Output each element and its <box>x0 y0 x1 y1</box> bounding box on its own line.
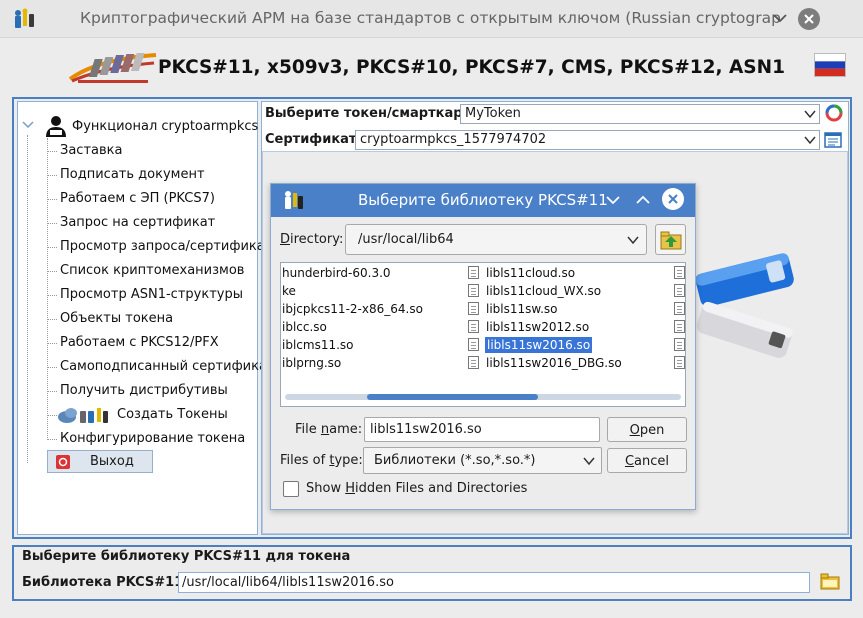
file-icon <box>468 302 479 315</box>
file-item[interactable]: iblcc.so <box>282 320 327 334</box>
library-panel-heading: Выберите библиотеку PKCS#11 для токена <box>22 549 351 564</box>
certificate-select[interactable]: cryptoarmpkcs_1577974702 <box>355 130 820 150</box>
show-hidden-label: Show Hidden Files and Directories <box>306 481 528 496</box>
file-item[interactable]: libls11sw2016_DBG.so <box>486 356 622 370</box>
file-icon <box>674 284 685 297</box>
tree-item-sign-document[interactable]: Подписать документ <box>60 167 205 182</box>
russian-flag-icon <box>814 53 846 77</box>
filetype-label: Files of type: <box>280 453 363 468</box>
dialog-title: Выберите библиотеку PKCS#11 <box>358 191 608 209</box>
up-folder-icon <box>660 231 682 250</box>
open-button[interactable]: Open <box>607 417 687 442</box>
certificate-label: Сертификат: <box>265 132 362 147</box>
tree-item-create-tokens[interactable]: Создать Токены <box>117 407 228 422</box>
file-item[interactable]: libls11cloud.so <box>486 266 575 280</box>
file-icon <box>674 302 685 315</box>
token-select-value: MyToken <box>465 106 521 121</box>
file-icon <box>468 266 479 279</box>
file-item[interactable]: iblcms11.so <box>282 338 354 352</box>
certificate-select-value: cryptoarmpkcs_1577974702 <box>360 132 547 147</box>
show-hidden-checkbox[interactable] <box>283 481 299 497</box>
usb-token-image <box>695 253 794 358</box>
file-icon <box>674 266 685 279</box>
header-title: PKCS#11, x509v3, PKCS#10, PKCS#7, CMS, P… <box>158 57 785 78</box>
filename-label: File name: <box>295 422 363 437</box>
file-item[interactable]: iblprng.so <box>282 356 341 370</box>
folder-icon[interactable] <box>820 572 840 590</box>
token-label: Выберите токен/смарткарту: <box>265 106 484 121</box>
filename-input[interactable]: libls11sw2016.so <box>364 417 600 442</box>
file-icon <box>468 320 479 333</box>
chevron-down-icon <box>804 136 816 145</box>
cloud-tokens-icon <box>58 408 108 423</box>
window-close-button[interactable] <box>798 8 820 30</box>
file-item[interactable]: libls11sw2012.so <box>486 320 589 334</box>
app-icon <box>15 8 34 28</box>
file-item[interactable]: libls11sw.so <box>486 302 558 316</box>
library-path-input[interactable]: /usr/local/lib64/libls11sw2016.so <box>178 572 810 593</box>
file-item[interactable]: libls11cloud_WX.so <box>486 284 601 298</box>
chevron-down-icon[interactable] <box>605 192 621 208</box>
tree-connector <box>27 135 28 463</box>
chevron-down-icon <box>627 236 639 245</box>
exit-icon <box>56 455 70 469</box>
tree-item-mechanisms[interactable]: Список криптомеханизмов <box>60 263 244 278</box>
tree-item-token-objects[interactable]: Объекты токена <box>60 311 173 326</box>
cancel-button[interactable]: Cancel <box>607 448 687 473</box>
tree-item-view-request[interactable]: Просмотр запроса/сертификата <box>60 239 280 254</box>
tree-item-splash[interactable]: Заставка <box>60 143 122 158</box>
tree-connector <box>47 138 48 440</box>
chevron-down-icon[interactable] <box>770 8 790 28</box>
refresh-icon[interactable] <box>824 103 844 123</box>
chevron-down-icon <box>583 457 595 466</box>
directory-select[interactable]: /usr/local/lib64 <box>345 224 647 255</box>
token-select[interactable]: MyToken <box>460 104 820 124</box>
tree-root[interactable]: Функционал cryptoarmpkcs <box>72 119 258 134</box>
exit-button[interactable]: Выход <box>47 450 153 473</box>
user-icon <box>46 116 66 137</box>
file-icon <box>674 338 685 351</box>
scrollbar-thumb[interactable] <box>367 394 538 400</box>
tree-item-asn1[interactable]: Просмотр ASN1-структуры <box>60 287 243 302</box>
directory-value: /usr/local/lib64 <box>358 232 454 247</box>
file-icon <box>468 338 479 351</box>
file-icon <box>674 320 685 333</box>
filetype-value: Библиотеки (*.so,*.so.*) <box>374 453 536 468</box>
file-icon <box>468 356 479 369</box>
app-icon <box>285 191 303 209</box>
tree-item-pkcs7[interactable]: Работаем с ЭП (PKCS7) <box>60 191 215 206</box>
tree-item-token-config[interactable]: Конфигурирование токена <box>60 431 245 446</box>
tree-item-cert-request[interactable]: Запрос на сертификат <box>60 215 215 230</box>
exit-label: Выход <box>90 454 134 469</box>
certificate-view-icon[interactable] <box>824 131 842 149</box>
file-list[interactable]: hunderbird-60.3.0 ke ibjcpkcs11-2-x86_64… <box>280 262 686 407</box>
file-item-selected[interactable]: libls11sw2016.so <box>485 337 593 353</box>
close-icon <box>804 14 814 24</box>
filetype-select[interactable]: Библиотеки (*.so,*.so.*) <box>363 447 602 474</box>
tree-item-distributions[interactable]: Получить дистрибутивы <box>60 383 228 398</box>
file-item[interactable]: ke <box>282 284 296 298</box>
up-folder-button[interactable] <box>655 224 686 255</box>
logo-icon <box>68 53 157 83</box>
file-item[interactable]: hunderbird-60.3.0 <box>282 266 391 280</box>
window-title: Криптографический АРМ на базе стандартов… <box>80 9 780 27</box>
tree-item-pkcs12[interactable]: Работаем с PKCS12/PFX <box>60 335 219 350</box>
directory-label: Directory: <box>280 232 344 247</box>
file-item[interactable]: ibjcpkcs11-2-x86_64.so <box>282 302 423 316</box>
file-icon <box>674 356 685 369</box>
file-icon <box>468 284 479 297</box>
close-icon <box>668 194 678 204</box>
chevron-up-icon[interactable] <box>635 192 651 208</box>
chevron-down-icon <box>804 110 816 119</box>
chevron-down-icon[interactable] <box>21 119 35 131</box>
tree-item-selfsigned[interactable]: Самоподписанный сертификат <box>60 359 275 374</box>
dialog-close-button[interactable] <box>662 188 684 210</box>
library-label: Библиотека PKCS#11: <box>22 575 189 590</box>
